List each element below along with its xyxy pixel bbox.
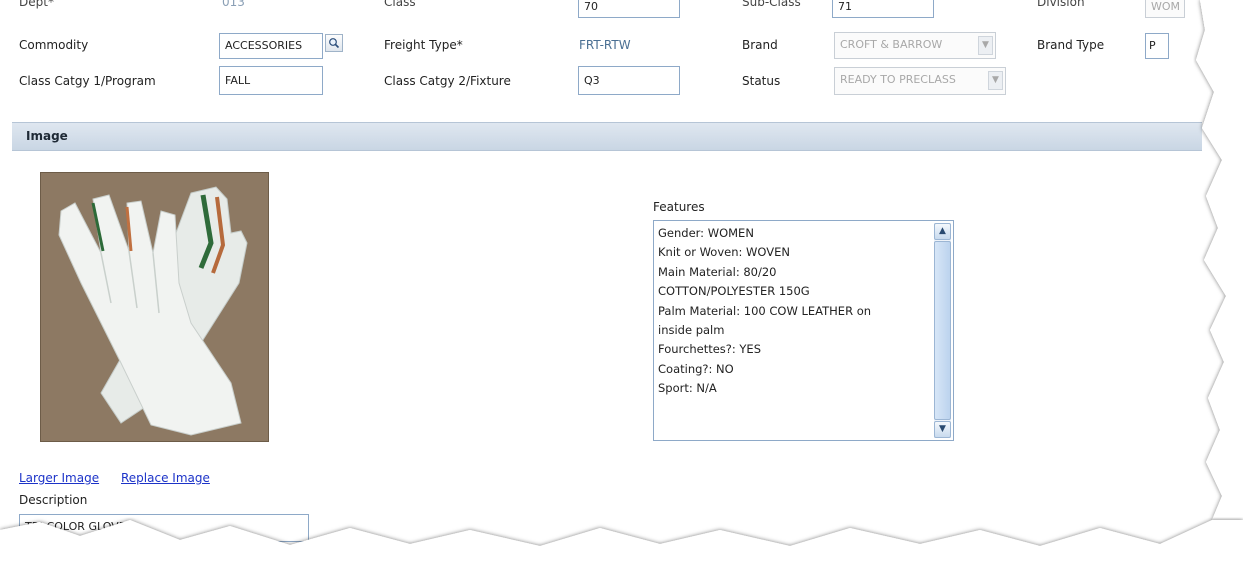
torn-edge-decoration	[0, 0, 1243, 563]
